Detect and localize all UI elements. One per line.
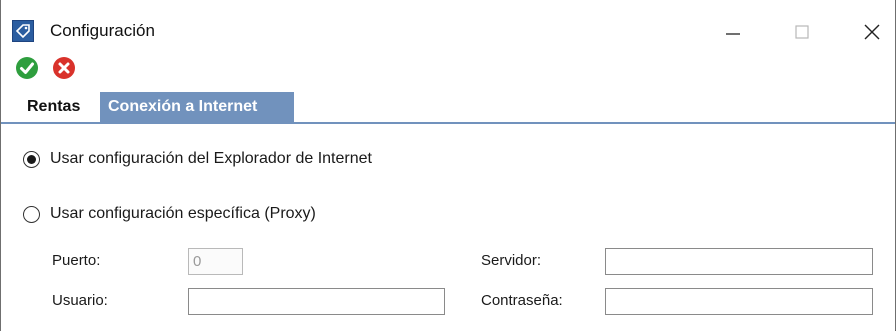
tab-divider — [1, 122, 895, 124]
config-window: Configuración Rentas Conexión a Internet… — [0, 0, 896, 331]
servidor-label: Servidor: — [481, 252, 542, 269]
explorer-radio[interactable] — [23, 151, 40, 168]
maximize-button[interactable] — [779, 16, 825, 44]
usuario-input[interactable] — [188, 288, 445, 315]
puerto-input[interactable] — [188, 248, 243, 275]
accept-button[interactable] — [15, 56, 39, 80]
check-circle-icon — [16, 57, 38, 79]
maximize-icon — [795, 25, 809, 39]
puerto-label: Puerto: — [52, 252, 101, 269]
tab-strip: Rentas Conexión a Internet — [1, 92, 895, 122]
explorer-radio-label: Usar configuración del Explorador de Int… — [50, 150, 372, 167]
app-tag-icon — [12, 20, 34, 42]
cancel-button[interactable] — [52, 56, 76, 80]
contrasena-input[interactable] — [605, 288, 873, 315]
tab-conexion-internet[interactable]: Conexión a Internet — [100, 92, 294, 122]
minimize-icon — [726, 33, 740, 35]
servidor-input[interactable] — [605, 248, 873, 275]
contrasena-label: Contraseña: — [481, 292, 563, 309]
proxy-radio-label: Usar configuración específica (Proxy) — [50, 205, 316, 222]
tab-rentas[interactable]: Rentas — [19, 92, 99, 122]
window-title: Configuración — [50, 21, 155, 40]
title-bar[interactable]: Configuración — [1, 0, 895, 42]
close-button[interactable] — [849, 16, 895, 44]
close-icon — [864, 24, 880, 40]
x-circle-icon — [53, 57, 75, 79]
proxy-radio[interactable] — [23, 206, 40, 223]
radio-selected-dot — [27, 155, 36, 164]
usuario-label: Usuario: — [52, 292, 108, 309]
minimize-button[interactable] — [710, 16, 756, 44]
